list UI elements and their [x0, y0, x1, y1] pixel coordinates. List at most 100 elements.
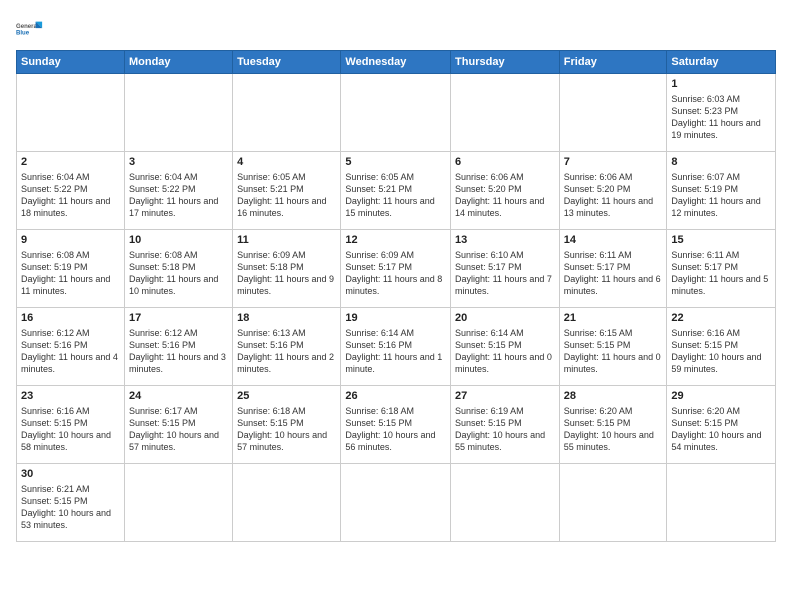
calendar-cell [233, 464, 341, 542]
calendar-cell: 5Sunrise: 6:05 AM Sunset: 5:21 PM Daylig… [341, 152, 451, 230]
weekday-header-monday: Monday [124, 51, 232, 74]
calendar-cell [233, 74, 341, 152]
logo-icon: GeneralBlue [16, 16, 44, 44]
weekday-header-saturday: Saturday [667, 51, 776, 74]
calendar-cell: 23 Sunrise: 6:16 AM Sunset: 5:15 PM Dayli… [17, 386, 125, 464]
day-info: Sunrise: 6:05 AM Sunset: 5:21 PM Dayligh… [237, 172, 326, 218]
calendar-cell: 27 Sunrise: 6:19 AM Sunset: 5:15 PM Dayli… [451, 386, 560, 464]
week-row-1: 1Sunrise: 6:03 AM Sunset: 5:23 PM Daylig… [17, 74, 776, 152]
calendar-header: SundayMondayTuesdayWednesdayThursdayFrid… [17, 51, 776, 74]
day-info: Sunrise: 6:17 AM Sunset: 5:15 PM Dayligh… [129, 406, 219, 452]
weekday-header-wednesday: Wednesday [341, 51, 451, 74]
weekday-header-thursday: Thursday [451, 51, 560, 74]
day-number: 29 [671, 389, 771, 404]
day-number: 14 [564, 233, 663, 248]
day-number: 22 [671, 311, 771, 326]
header: GeneralBlue [16, 16, 776, 44]
day-info: Sunrise: 6:20 AM Sunset: 5:15 PM Dayligh… [671, 406, 761, 452]
day-number: 24 [129, 389, 228, 404]
calendar-cell: 16 Sunrise: 6:12 AM Sunset: 5:16 PM Dayli… [17, 308, 125, 386]
calendar-cell: 21Sunrise: 6:15 AM Sunset: 5:15 PM Dayli… [559, 308, 667, 386]
day-number: 7 [564, 155, 663, 170]
day-number: 30 [21, 467, 120, 482]
calendar-cell [124, 464, 232, 542]
day-number: 16 [21, 311, 120, 326]
day-info: Sunrise: 6:08 AM Sunset: 5:18 PM Dayligh… [129, 250, 218, 296]
day-info: Sunrise: 6:06 AM Sunset: 5:20 PM Dayligh… [455, 172, 544, 218]
day-info: Sunrise: 6:14 AM Sunset: 5:15 PM Dayligh… [455, 328, 552, 374]
day-info: Sunrise: 6:18 AM Sunset: 5:15 PM Dayligh… [237, 406, 327, 452]
calendar-cell [559, 74, 667, 152]
calendar-cell [559, 464, 667, 542]
weekday-header-sunday: Sunday [17, 51, 125, 74]
calendar-cell: 13 Sunrise: 6:10 AM Sunset: 5:17 PM Dayli… [451, 230, 560, 308]
week-row-6: 30 Sunrise: 6:21 AM Sunset: 5:15 PM Dayli… [17, 464, 776, 542]
calendar-cell: 1Sunrise: 6:03 AM Sunset: 5:23 PM Daylig… [667, 74, 776, 152]
calendar-cell: 10 Sunrise: 6:08 AM Sunset: 5:18 PM Dayli… [124, 230, 232, 308]
day-info: Sunrise: 6:04 AM Sunset: 5:22 PM Dayligh… [21, 172, 110, 218]
day-info: Sunrise: 6:19 AM Sunset: 5:15 PM Dayligh… [455, 406, 545, 452]
calendar-cell: 28Sunrise: 6:20 AM Sunset: 5:15 PM Dayli… [559, 386, 667, 464]
day-info: Sunrise: 6:09 AM Sunset: 5:18 PM Dayligh… [237, 250, 334, 296]
day-info: Sunrise: 6:15 AM Sunset: 5:15 PM Dayligh… [564, 328, 661, 374]
weekday-header-friday: Friday [559, 51, 667, 74]
day-info: Sunrise: 6:03 AM Sunset: 5:23 PM Dayligh… [671, 94, 760, 140]
weekday-header-tuesday: Tuesday [233, 51, 341, 74]
day-number: 20 [455, 311, 555, 326]
calendar-body: 1Sunrise: 6:03 AM Sunset: 5:23 PM Daylig… [17, 74, 776, 542]
day-number: 9 [21, 233, 120, 248]
day-info: Sunrise: 6:09 AM Sunset: 5:17 PM Dayligh… [345, 250, 442, 296]
calendar-cell: 17Sunrise: 6:12 AM Sunset: 5:16 PM Dayli… [124, 308, 232, 386]
calendar-cell: 18 Sunrise: 6:13 AM Sunset: 5:16 PM Dayli… [233, 308, 341, 386]
calendar-cell: 6 Sunrise: 6:06 AM Sunset: 5:20 PM Daylig… [451, 152, 560, 230]
day-number: 23 [21, 389, 120, 404]
logo: GeneralBlue [16, 16, 44, 44]
week-row-4: 16 Sunrise: 6:12 AM Sunset: 5:16 PM Dayli… [17, 308, 776, 386]
calendar-cell: 19 Sunrise: 6:14 AM Sunset: 5:16 PM Dayli… [341, 308, 451, 386]
day-info: Sunrise: 6:21 AM Sunset: 5:15 PM Dayligh… [21, 484, 111, 530]
day-number: 28 [564, 389, 663, 404]
calendar-cell: 14 Sunrise: 6:11 AM Sunset: 5:17 PM Dayli… [559, 230, 667, 308]
day-number: 19 [345, 311, 446, 326]
day-info: Sunrise: 6:12 AM Sunset: 5:16 PM Dayligh… [21, 328, 118, 374]
calendar-cell [451, 464, 560, 542]
day-number: 10 [129, 233, 228, 248]
calendar-cell: 22Sunrise: 6:16 AM Sunset: 5:15 PM Dayli… [667, 308, 776, 386]
calendar-cell [17, 74, 125, 152]
day-info: Sunrise: 6:14 AM Sunset: 5:16 PM Dayligh… [345, 328, 442, 374]
svg-text:General: General [16, 24, 39, 30]
day-number: 12 [345, 233, 446, 248]
week-row-2: 2Sunrise: 6:04 AM Sunset: 5:22 PM Daylig… [17, 152, 776, 230]
day-number: 18 [237, 311, 336, 326]
calendar-cell: 7Sunrise: 6:06 AM Sunset: 5:20 PM Daylig… [559, 152, 667, 230]
day-info: Sunrise: 6:08 AM Sunset: 5:19 PM Dayligh… [21, 250, 110, 296]
day-info: Sunrise: 6:07 AM Sunset: 5:19 PM Dayligh… [671, 172, 760, 218]
day-info: Sunrise: 6:13 AM Sunset: 5:16 PM Dayligh… [237, 328, 334, 374]
calendar-cell: 26Sunrise: 6:18 AM Sunset: 5:15 PM Dayli… [341, 386, 451, 464]
calendar-cell: 8 Sunrise: 6:07 AM Sunset: 5:19 PM Daylig… [667, 152, 776, 230]
day-number: 15 [671, 233, 771, 248]
day-info: Sunrise: 6:11 AM Sunset: 5:17 PM Dayligh… [564, 250, 661, 296]
day-number: 11 [237, 233, 336, 248]
day-number: 8 [671, 155, 771, 170]
day-info: Sunrise: 6:04 AM Sunset: 5:22 PM Dayligh… [129, 172, 218, 218]
calendar: SundayMondayTuesdayWednesdayThursdayFrid… [16, 50, 776, 542]
svg-text:Blue: Blue [16, 31, 30, 37]
day-number: 13 [455, 233, 555, 248]
weekday-row: SundayMondayTuesdayWednesdayThursdayFrid… [17, 51, 776, 74]
day-info: Sunrise: 6:18 AM Sunset: 5:15 PM Dayligh… [345, 406, 435, 452]
day-info: Sunrise: 6:16 AM Sunset: 5:15 PM Dayligh… [21, 406, 111, 452]
calendar-cell: 24 Sunrise: 6:17 AM Sunset: 5:15 PM Dayli… [124, 386, 232, 464]
day-number: 6 [455, 155, 555, 170]
day-number: 25 [237, 389, 336, 404]
day-number: 27 [455, 389, 555, 404]
page: GeneralBlue SundayMondayTuesdayWednesday… [0, 0, 792, 612]
calendar-cell: 11 Sunrise: 6:09 AM Sunset: 5:18 PM Dayli… [233, 230, 341, 308]
week-row-3: 9 Sunrise: 6:08 AM Sunset: 5:19 PM Daylig… [17, 230, 776, 308]
day-number: 3 [129, 155, 228, 170]
day-number: 17 [129, 311, 228, 326]
day-info: Sunrise: 6:10 AM Sunset: 5:17 PM Dayligh… [455, 250, 552, 296]
calendar-cell [341, 74, 451, 152]
day-number: 4 [237, 155, 336, 170]
day-info: Sunrise: 6:05 AM Sunset: 5:21 PM Dayligh… [345, 172, 434, 218]
